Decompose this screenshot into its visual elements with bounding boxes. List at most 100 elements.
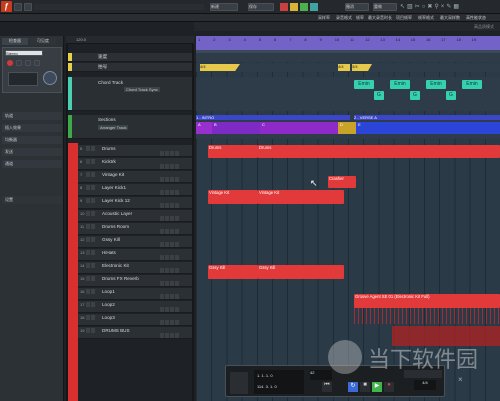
track-buttons[interactable] (86, 315, 100, 320)
undo-button[interactable] (14, 3, 22, 11)
range-icon[interactable]: ▧ (407, 4, 415, 10)
chord-event[interactable]: G (446, 91, 456, 100)
track-row[interactable]: 11 Drums Room (78, 223, 192, 235)
preset-select[interactable]: Stereo (5, 50, 43, 56)
chord-event[interactable]: Emin (354, 80, 374, 89)
clip-crasher[interactable]: Crasher (328, 176, 356, 188)
chord-event[interactable]: Emin (390, 80, 410, 89)
track-buttons[interactable] (86, 250, 100, 255)
play-button[interactable]: ▶ (372, 382, 382, 392)
clip-drums[interactable]: Drums (258, 145, 500, 158)
section-sends[interactable]: 发送 (2, 148, 62, 156)
track-row[interactable]: 5 Drums (78, 145, 192, 157)
track-buttons[interactable] (86, 289, 100, 294)
track-row[interactable]: 9 Layer Kick 12 (78, 197, 192, 209)
grid-icon[interactable]: ▦ (453, 4, 461, 10)
track-controls[interactable] (160, 203, 184, 208)
pointer-icon[interactable]: ↖ (400, 4, 407, 10)
track-row[interactable]: 14 Electronic Kit (78, 262, 192, 274)
track-buttons[interactable] (86, 237, 100, 242)
clip-drums[interactable]: Drums (208, 145, 258, 158)
tool-teal-button[interactable] (310, 3, 318, 11)
section-channel[interactable]: 通道 (2, 160, 62, 168)
track-buttons[interactable] (86, 224, 100, 229)
sections-track[interactable]: Sections Arranger Track (68, 115, 194, 139)
clip-gssy-kill[interactable]: Gssy Kill (208, 265, 258, 279)
track-controls[interactable] (160, 255, 184, 260)
tab-visibility[interactable]: 可见度 (30, 38, 56, 45)
section-settings[interactable]: 设置 (2, 196, 62, 204)
track-buttons[interactable] (86, 159, 100, 164)
stop-button[interactable]: ■ (360, 382, 370, 392)
read-button[interactable] (25, 60, 31, 66)
volume-fader[interactable] (8, 72, 38, 86)
track-row[interactable]: 16 Loop1 (78, 288, 192, 300)
clip-vintage-kit[interactable]: Vintage Kit (258, 190, 344, 204)
transport-position[interactable]: 1. 1. 1. 0 114. 3. 1. 0 (254, 370, 304, 394)
track-row[interactable]: 8 Layer Kick1 (78, 184, 192, 196)
track-buttons[interactable] (86, 198, 100, 203)
chord-event[interactable]: Emin (462, 80, 482, 89)
chord-track[interactable]: Chord Track Chord Track Sync (68, 77, 194, 111)
ruler[interactable]: 1 2 3 4 5 6 7 8 9 10 11 12 13 14 15 16 17 18 19 (196, 36, 500, 50)
track-row[interactable]: 19 DRUMS BUS (78, 327, 192, 339)
redo-button[interactable] (24, 3, 32, 11)
track-buttons[interactable] (86, 263, 100, 268)
rewind-button[interactable]: ⏮ (322, 382, 332, 392)
track-controls[interactable] (160, 320, 184, 325)
track-buttons[interactable] (86, 211, 100, 216)
track-row[interactable]: 10 Acoustic Layer (78, 210, 192, 222)
track-buttons[interactable] (86, 172, 100, 177)
clip-vintage-kit[interactable]: Vintage Kit (208, 190, 258, 204)
track-controls[interactable] (160, 164, 184, 169)
track-controls[interactable] (160, 151, 184, 156)
tab-inspector[interactable]: 检查器 (2, 38, 28, 45)
cycle-button[interactable]: ↻ (348, 382, 358, 392)
track-controls[interactable] (160, 229, 184, 234)
track-row[interactable]: 17 Loop2 (78, 301, 192, 313)
section-part-d[interactable]: D (338, 122, 356, 134)
section-track[interactable]: 轨道 (2, 112, 62, 120)
track-controls[interactable] (160, 294, 184, 299)
section-bar-verse[interactable]: 2 - VERSE A (354, 115, 500, 120)
scissors-icon[interactable]: ✂ (415, 4, 422, 10)
track-buttons[interactable] (86, 185, 100, 190)
transport-signature[interactable]: 4/4 (414, 380, 436, 390)
chord-event[interactable]: G (410, 91, 420, 100)
tool-red-button[interactable] (280, 3, 288, 11)
section-part-e[interactable]: E (356, 122, 500, 134)
track-buttons[interactable] (86, 276, 100, 281)
track-row[interactable]: 13 HiHats (78, 249, 192, 261)
track-controls[interactable] (160, 268, 184, 273)
section-part-b[interactable]: B (212, 122, 260, 134)
track-buttons[interactable] (86, 328, 100, 333)
track-row[interactable]: 6 Kicktrk (78, 158, 192, 170)
track-buttons[interactable] (86, 302, 100, 307)
section-inserts[interactable]: 插入效果 (2, 124, 62, 132)
monitor-button[interactable] (16, 60, 22, 66)
track-list-scrollbar[interactable] (192, 44, 194, 401)
menu-undo[interactable]: 撤消 (345, 3, 369, 11)
track-controls[interactable] (160, 216, 184, 221)
section-part-a[interactable]: A (196, 122, 212, 134)
tool-green-button[interactable] (300, 3, 308, 11)
tempo-track[interactable]: 速度 (68, 53, 194, 62)
chord-event[interactable]: G (374, 91, 384, 100)
record-button[interactable] (7, 60, 13, 66)
track-row[interactable]: 7 Vintage Kit (78, 171, 192, 183)
pan-knob[interactable] (43, 71, 57, 85)
write-button[interactable] (34, 60, 40, 66)
track-controls[interactable] (160, 307, 184, 312)
track-controls[interactable] (160, 242, 184, 247)
tool-yellow-button[interactable] (290, 3, 298, 11)
menu-redo[interactable]: 重做 (373, 3, 397, 11)
chord-event[interactable]: Emin (426, 80, 446, 89)
track-row[interactable]: 18 Loop3 (78, 314, 192, 326)
menu-new[interactable]: 新建 (210, 3, 238, 11)
record-transport-button[interactable]: ● (384, 382, 394, 392)
track-row[interactable]: 12 Gssy Kill (78, 236, 192, 248)
track-controls[interactable] (160, 333, 184, 338)
signature-track[interactable]: 拍号 (68, 63, 194, 72)
track-controls[interactable] (160, 281, 184, 286)
clip-gssy-kill[interactable]: Gssy Kill (258, 265, 344, 279)
